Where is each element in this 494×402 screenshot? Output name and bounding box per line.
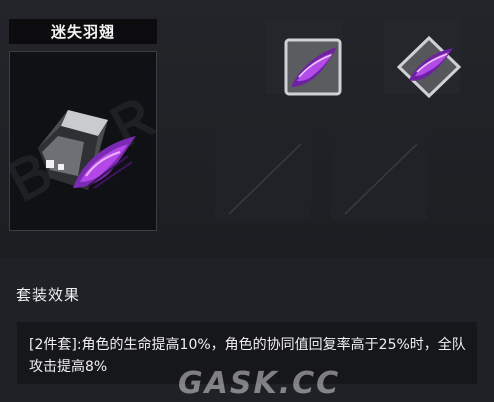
purple-feather-wing-icon xyxy=(38,110,136,190)
site-watermark-logo: GASK.CC xyxy=(178,366,341,401)
variant-slot-3[interactable] xyxy=(215,130,311,220)
item-preview[interactable]: ＢＯＲＮ xyxy=(9,51,157,231)
set-effect-title: 套装效果 xyxy=(16,286,81,304)
variant-slot-4[interactable] xyxy=(331,130,427,220)
empty-slot-icon xyxy=(344,143,418,215)
purple-wing-square-icon[interactable] xyxy=(283,37,343,97)
item-name: 迷失羽翅 xyxy=(9,19,157,44)
purple-wing-diamond-icon[interactable] xyxy=(395,34,463,100)
empty-slot-icon xyxy=(228,143,302,215)
